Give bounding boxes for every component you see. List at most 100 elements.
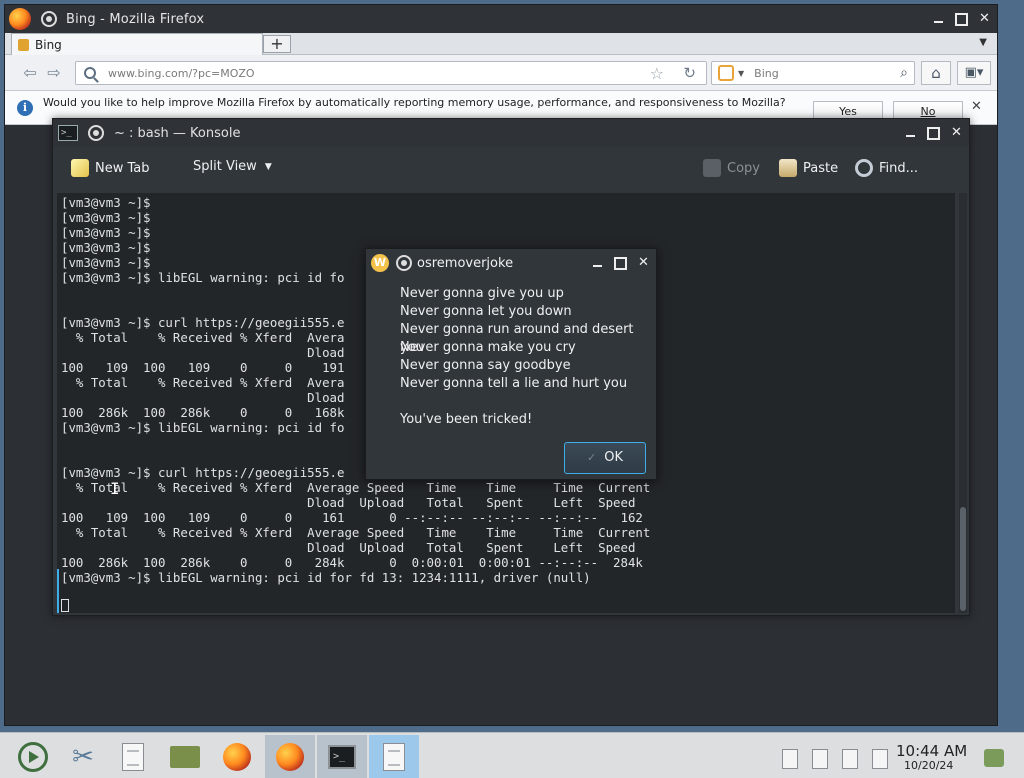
folder-icon <box>170 746 200 768</box>
firefox-nav-bar: ⇦ ⇨ www.bing.com/?pc=MOZO ☆ ↻ ▼ Bing ⌕ ⌂… <box>5 55 997 91</box>
terminal-line: [vm3@vm3 ~]$ <box>61 225 151 240</box>
firefox-icon <box>223 743 251 771</box>
tray-app-icon[interactable] <box>984 749 1004 767</box>
firefox-window-title: Bing - Mozilla Firefox <box>66 11 205 27</box>
tray-document-icon[interactable] <box>812 749 828 769</box>
url-search-icon <box>84 67 96 79</box>
back-button[interactable]: ⇦ <box>19 63 41 83</box>
find-button[interactable]: Find... <box>855 159 918 177</box>
close-button[interactable] <box>635 254 652 271</box>
maximize-button[interactable] <box>925 124 942 141</box>
firefox-tab-bar: Bing + ▼ <box>5 33 997 55</box>
paste-icon <box>779 159 797 177</box>
reload-icon[interactable]: ↻ <box>683 64 696 82</box>
new-tab-button[interactable]: + <box>263 35 291 53</box>
task-dialog[interactable] <box>369 735 419 778</box>
home-button[interactable]: ⌂ <box>921 61 951 85</box>
close-icon[interactable]: ✕ <box>971 99 982 114</box>
konsole-window-title: ~ : bash — Konsole <box>114 125 241 141</box>
dialog-titlebar[interactable]: W osremoverjoke <box>366 249 656 277</box>
terminal-scrollbar[interactable] <box>959 193 967 613</box>
minimize-button[interactable] <box>589 254 606 271</box>
document-icon <box>383 743 405 771</box>
terminal-line: [vm3@vm3 ~]$ libEGL warning: pci id for … <box>61 570 591 585</box>
search-icon[interactable]: ⌕ <box>900 65 908 81</box>
task-firefox[interactable] <box>265 735 315 778</box>
firefox-titlebar[interactable]: Bing - Mozilla Firefox <box>5 5 997 33</box>
terminal-line: Dload Upload Total Spent Left Speed <box>61 495 636 510</box>
new-tab-button[interactable]: New Tab <box>71 159 150 177</box>
tray-document-icon[interactable] <box>782 749 798 769</box>
start-menu-icon <box>18 742 48 772</box>
firefox-logo-icon <box>9 8 31 30</box>
task-konsole[interactable]: >_ <box>317 735 367 778</box>
chevron-down-icon[interactable]: ▼ <box>738 69 744 78</box>
dialog-line: Never gonna let you down <box>400 304 572 319</box>
search-bar[interactable]: ▼ Bing ⌕ <box>711 61 915 85</box>
tab-bing[interactable]: Bing <box>11 33 263 55</box>
find-label: Find... <box>879 160 919 176</box>
close-button[interactable] <box>976 10 993 27</box>
clock-time[interactable]: 10:44 AM <box>896 742 967 760</box>
search-placeholder: Bing <box>754 66 779 80</box>
info-icon: i <box>17 99 33 116</box>
ok-button[interactable]: ✓ OK <box>564 442 646 474</box>
dialog-line: Never gonna make you cry <box>400 340 576 355</box>
window-pin-icon[interactable] <box>396 255 412 271</box>
app-logo-icon: W <box>371 254 389 272</box>
forward-button[interactable]: ⇨ <box>43 63 65 83</box>
dialog-message: Never gonna give you up Never gonna let y… <box>400 285 656 429</box>
firefox-launcher[interactable] <box>212 735 262 778</box>
copy-button[interactable]: Copy <box>703 159 760 177</box>
clock-date[interactable]: 10/20/24 <box>904 759 953 772</box>
url-bar[interactable]: www.bing.com/?pc=MOZO ☆ ↻ <box>75 61 707 85</box>
search-engine-icon[interactable] <box>718 65 734 81</box>
notification-text: Would you like to help improve Mozilla F… <box>43 96 786 109</box>
minimize-button[interactable] <box>902 124 919 141</box>
split-view-label: Split View <box>193 159 257 174</box>
window-pin-icon[interactable] <box>41 11 57 27</box>
text-editor-launcher[interactable] <box>108 735 158 778</box>
tab-list-icon[interactable]: ▼ <box>979 37 987 48</box>
terminal-line: % Total % Received % Xferd Average Speed… <box>61 525 651 540</box>
tools-icon: ✂ <box>72 742 94 772</box>
taskbar: ✂ >_ 10:44 AM 10/20/24 <box>0 732 1024 778</box>
terminal-line: % Total % Received % Xferd Average Speed… <box>61 480 651 495</box>
mouse-cursor-icon: I <box>110 479 120 498</box>
chevron-down-icon: ▼ <box>264 161 272 172</box>
check-icon: ✓ <box>587 451 597 464</box>
dialog-line: You've been tricked! <box>400 412 533 427</box>
dialog-line: Never gonna tell a lie and hurt you <box>400 376 628 391</box>
start-menu-button[interactable] <box>8 735 58 778</box>
minimize-button[interactable] <box>930 10 947 27</box>
maximize-button[interactable] <box>953 10 970 27</box>
konsole-titlebar[interactable]: >_ ~ : bash — Konsole <box>53 119 969 147</box>
terminal-line: [vm3@vm3 ~]$ <box>61 210 151 225</box>
tray-document-icon[interactable] <box>872 749 888 769</box>
window-pin-icon[interactable] <box>88 125 104 141</box>
file-manager-launcher[interactable] <box>160 735 210 778</box>
paste-label: Paste <box>803 160 839 176</box>
terminal-line: [vm3@vm3 ~]$ <box>61 195 151 210</box>
document-icon <box>122 743 144 771</box>
terminal-icon: >_ <box>328 745 356 769</box>
konsole-toolbar: New Tab Split View ▼ Copy Paste Find... <box>53 147 969 191</box>
paste-button[interactable]: Paste <box>779 159 838 177</box>
terminal-line: 100 286k 100 286k 0 0 284k 0 0:00:01 0:0… <box>61 555 643 570</box>
maximize-button[interactable] <box>612 254 629 271</box>
terminal-app-icon: >_ <box>58 125 78 141</box>
tray-document-icon[interactable] <box>842 749 858 769</box>
close-button[interactable] <box>948 124 965 141</box>
menu-button[interactable]: ▣▾ <box>957 61 991 85</box>
terminal-marker <box>57 569 59 613</box>
firefox-icon <box>276 743 304 771</box>
scrollbar-thumb[interactable] <box>960 507 966 611</box>
bookmark-star-icon[interactable]: ☆ <box>650 64 664 83</box>
copy-icon <box>703 159 721 177</box>
ok-label: OK <box>604 450 623 465</box>
settings-launcher[interactable]: ✂ <box>58 735 108 778</box>
split-view-button[interactable]: Split View ▼ <box>193 159 272 174</box>
terminal-line: 100 109 100 109 0 0 161 0 --:--:-- --:--… <box>61 510 643 525</box>
url-text: www.bing.com/?pc=MOZO <box>108 66 255 80</box>
dialog-line: Never gonna run around and desert you <box>400 322 634 355</box>
